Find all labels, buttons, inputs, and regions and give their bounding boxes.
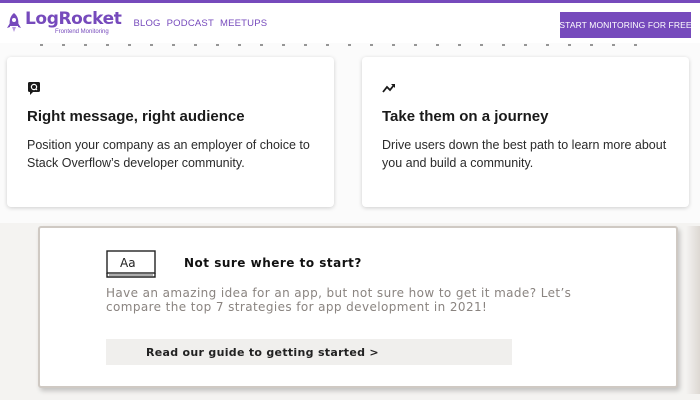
rocket-logo-icon bbox=[7, 13, 21, 32]
site-header: LogRocket Frontend Monitoring BLOG PODCA… bbox=[0, 3, 700, 43]
scroll-edge-shadow bbox=[686, 226, 700, 394]
card-body: Drive users down the best path to learn … bbox=[382, 138, 667, 170]
nav-link-meetups[interactable]: MEETUPS bbox=[220, 18, 267, 29]
card-title: Take them on a journey bbox=[382, 108, 549, 125]
card-title: Right message, right audience bbox=[27, 108, 245, 125]
book-label: Aa bbox=[120, 256, 136, 270]
main-nav: BLOG PODCAST MEETUPS bbox=[133, 18, 267, 29]
callout-body: Have an amazing idea for an app, but not… bbox=[106, 286, 572, 314]
card-body: Position your company as an employer of … bbox=[27, 138, 310, 170]
feature-card-journey: Take them on a journey Drive users down … bbox=[362, 57, 689, 207]
callout-title: Not sure where to start? bbox=[184, 256, 362, 270]
clipped-text-line bbox=[40, 43, 640, 49]
getting-started-callout: Aa Not sure where to start? Have an amaz… bbox=[38, 226, 678, 388]
nav-link-blog[interactable]: BLOG bbox=[133, 18, 160, 29]
start-monitoring-button[interactable]: START MONITORING FOR FREE bbox=[559, 12, 692, 38]
nav-link-podcast[interactable]: PODCAST bbox=[167, 18, 214, 29]
chat-question-icon bbox=[28, 82, 40, 95]
feature-card-audience: Right message, right audience Position y… bbox=[7, 57, 334, 207]
logrocket-logo[interactable]: LogRocket Frontend Monitoring bbox=[6, 9, 122, 35]
logo-wordmark: LogRocket bbox=[25, 9, 122, 29]
read-guide-button[interactable]: Read our guide to getting started > bbox=[106, 339, 512, 365]
trending-up-icon bbox=[382, 84, 395, 93]
features-section: Right message, right audience Position y… bbox=[0, 43, 700, 223]
book-icon: Aa bbox=[106, 250, 156, 278]
logo-tagline: Frontend Monitoring bbox=[55, 29, 109, 35]
